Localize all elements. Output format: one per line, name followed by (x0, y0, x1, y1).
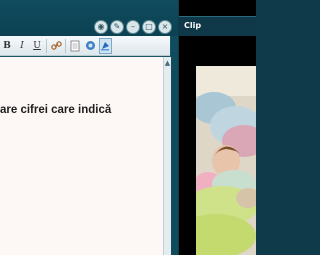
video-frame[interactable] (196, 66, 256, 255)
camera-icon[interactable]: ◉ (94, 20, 108, 34)
editor-window: ◉ ✎ – □ × B I U are cifrei care indică ▲ (0, 0, 178, 255)
underline-button[interactable]: U (31, 38, 43, 54)
close-icon[interactable]: × (158, 20, 172, 34)
editor-titlebar[interactable]: ◉ ✎ – □ × (0, 0, 178, 36)
scroll-up-icon[interactable]: ▲ (164, 59, 171, 67)
link-icon[interactable] (50, 38, 62, 54)
document-area[interactable]: are cifrei care indică (0, 57, 163, 255)
wrench-icon[interactable]: ✎ (110, 20, 124, 34)
clip-title: Clip (184, 21, 202, 30)
formatting-toolbar: B I U (0, 36, 170, 56)
sleeping-child-image (196, 66, 256, 255)
document-icon[interactable] (69, 38, 81, 54)
desktop: ◉ ✎ – □ × B I U are cifrei care indică ▲… (0, 0, 256, 255)
minimize-icon[interactable]: – (126, 20, 140, 34)
window-controls: ◉ ✎ – □ × (94, 20, 172, 34)
maximize-icon[interactable]: □ (142, 20, 156, 34)
image-icon[interactable] (84, 38, 96, 54)
highlight-button[interactable] (99, 37, 112, 54)
italic-button[interactable]: I (16, 38, 28, 54)
bold-button[interactable]: B (1, 38, 13, 54)
clip-titlebar[interactable]: Clip (179, 16, 256, 36)
toolbar-separator (65, 38, 66, 53)
vertical-scrollbar[interactable]: ▲ (163, 57, 171, 255)
toolbar-separator (46, 38, 47, 53)
clip-window: Clip (179, 0, 256, 255)
editor-frame-edge (171, 36, 178, 255)
document-text: are cifrei care indică (0, 104, 112, 116)
